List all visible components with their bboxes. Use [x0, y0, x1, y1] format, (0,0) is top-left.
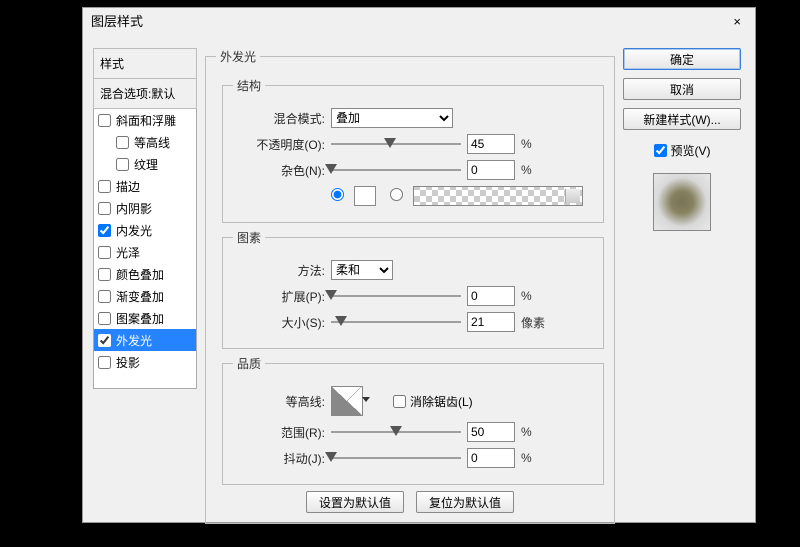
- style-item-label: 等高线: [134, 134, 170, 151]
- dialog-title: 图层样式: [91, 8, 143, 36]
- style-item-checkbox[interactable]: [116, 136, 129, 149]
- quality-group: 品质 等高线: 消除锯齿(L) 范围(R): %: [222, 355, 604, 485]
- elements-legend: 图素: [233, 229, 265, 246]
- style-item-checkbox[interactable]: [98, 334, 111, 347]
- structure-legend: 结构: [233, 77, 265, 94]
- new-style-button[interactable]: 新建样式(W)...: [623, 108, 741, 130]
- contour-label: 等高线:: [233, 393, 325, 410]
- style-item-label: 内发光: [116, 222, 152, 239]
- spread-input[interactable]: [467, 286, 515, 306]
- style-item-checkbox[interactable]: [116, 158, 129, 171]
- style-item[interactable]: 等高线: [94, 131, 196, 153]
- blend-mode-label: 混合模式:: [233, 110, 325, 127]
- style-item-checkbox[interactable]: [98, 224, 111, 237]
- range-slider[interactable]: [331, 424, 461, 440]
- size-label: 大小(S):: [233, 314, 325, 331]
- solid-color-radio[interactable]: [331, 188, 348, 204]
- blend-mode-select[interactable]: 叠加: [331, 108, 453, 128]
- styles-header[interactable]: 样式: [93, 48, 197, 78]
- style-item-checkbox[interactable]: [98, 180, 111, 193]
- style-item[interactable]: 纹理: [94, 153, 196, 175]
- spread-unit: %: [521, 289, 532, 303]
- style-item[interactable]: 描边: [94, 175, 196, 197]
- opacity-input[interactable]: [467, 134, 515, 154]
- jitter-input[interactable]: [467, 448, 515, 468]
- group-main-legend: 外发光: [216, 48, 260, 65]
- spread-slider[interactable]: [331, 288, 461, 304]
- range-input[interactable]: [467, 422, 515, 442]
- antialias-checkbox[interactable]: 消除锯齿(L): [393, 393, 473, 410]
- set-default-button[interactable]: 设置为默认值: [306, 491, 404, 513]
- size-input[interactable]: [467, 312, 515, 332]
- style-item[interactable]: 渐变叠加: [94, 285, 196, 307]
- technique-select[interactable]: 柔和: [331, 260, 393, 280]
- gradient-radio[interactable]: [390, 188, 407, 204]
- reset-default-button[interactable]: 复位为默认值: [416, 491, 514, 513]
- quality-legend: 品质: [233, 355, 265, 372]
- contour-picker[interactable]: [331, 386, 363, 416]
- size-unit: 像素: [521, 314, 545, 331]
- style-item[interactable]: 图案叠加: [94, 307, 196, 329]
- technique-label: 方法:: [233, 262, 325, 279]
- styles-column: 样式 混合选项:默认 斜面和浮雕等高线纹理描边内阴影内发光光泽颜色叠加渐变叠加图…: [93, 48, 197, 512]
- style-item-checkbox[interactable]: [98, 356, 111, 369]
- preview-checkbox[interactable]: [654, 144, 667, 157]
- style-item-checkbox[interactable]: [98, 290, 111, 303]
- cancel-button[interactable]: 取消: [623, 78, 741, 100]
- jitter-slider[interactable]: [331, 450, 461, 466]
- style-item-label: 斜面和浮雕: [116, 112, 176, 129]
- structure-group: 结构 混合模式: 叠加 不透明度(O): % 杂色(N): [222, 77, 604, 223]
- ok-button[interactable]: 确定: [623, 48, 741, 70]
- style-item-checkbox[interactable]: [98, 114, 111, 127]
- style-item-checkbox[interactable]: [98, 246, 111, 259]
- style-item[interactable]: 外发光: [94, 329, 196, 351]
- size-slider[interactable]: [331, 314, 461, 330]
- glow-color-swatch[interactable]: [354, 186, 376, 206]
- noise-input[interactable]: [467, 160, 515, 180]
- blend-options-row[interactable]: 混合选项:默认: [93, 78, 197, 109]
- opacity-label: 不透明度(O):: [233, 136, 325, 153]
- preview-swatch: [653, 173, 711, 231]
- style-item[interactable]: 投影: [94, 351, 196, 373]
- style-item-checkbox[interactable]: [98, 268, 111, 281]
- settings-panel: 外发光 结构 混合模式: 叠加 不透明度(O): %: [205, 48, 615, 512]
- noise-slider[interactable]: [331, 162, 461, 178]
- style-item[interactable]: 颜色叠加: [94, 263, 196, 285]
- style-item-label: 纹理: [134, 156, 158, 173]
- noise-label: 杂色(N):: [233, 162, 325, 179]
- style-item-label: 内阴影: [116, 200, 152, 217]
- style-item-label: 颜色叠加: [116, 266, 164, 283]
- style-item[interactable]: 内阴影: [94, 197, 196, 219]
- close-icon[interactable]: ×: [727, 8, 747, 36]
- style-item[interactable]: 斜面和浮雕: [94, 109, 196, 131]
- style-item[interactable]: 内发光: [94, 219, 196, 241]
- styles-list: 斜面和浮雕等高线纹理描边内阴影内发光光泽颜色叠加渐变叠加图案叠加外发光投影: [93, 109, 197, 389]
- action-column: 确定 取消 新建样式(W)... 预览(V): [623, 48, 741, 512]
- preview-label: 预览(V): [671, 142, 711, 159]
- jitter-label: 抖动(J):: [233, 450, 325, 467]
- style-item-label: 渐变叠加: [116, 288, 164, 305]
- noise-unit: %: [521, 163, 532, 177]
- style-item-label: 描边: [116, 178, 140, 195]
- gradient-picker[interactable]: [413, 186, 583, 206]
- spread-label: 扩展(P):: [233, 288, 325, 305]
- style-item-label: 光泽: [116, 244, 140, 261]
- elements-group: 图素 方法: 柔和 扩展(P): % 大小(S):: [222, 229, 604, 349]
- range-label: 范围(R):: [233, 424, 325, 441]
- style-item-label: 图案叠加: [116, 310, 164, 327]
- style-item-label: 投影: [116, 354, 140, 371]
- opacity-slider[interactable]: [331, 136, 461, 152]
- style-item-checkbox[interactable]: [98, 312, 111, 325]
- range-unit: %: [521, 425, 532, 439]
- jitter-unit: %: [521, 451, 532, 465]
- style-item-label: 外发光: [116, 332, 152, 349]
- style-item-checkbox[interactable]: [98, 202, 111, 215]
- layer-style-dialog: 图层样式 × 样式 混合选项:默认 斜面和浮雕等高线纹理描边内阴影内发光光泽颜色…: [82, 7, 756, 523]
- outer-glow-group: 外发光 结构 混合模式: 叠加 不透明度(O): %: [205, 48, 615, 524]
- style-item[interactable]: 光泽: [94, 241, 196, 263]
- opacity-unit: %: [521, 137, 532, 151]
- titlebar: 图层样式 ×: [83, 8, 755, 36]
